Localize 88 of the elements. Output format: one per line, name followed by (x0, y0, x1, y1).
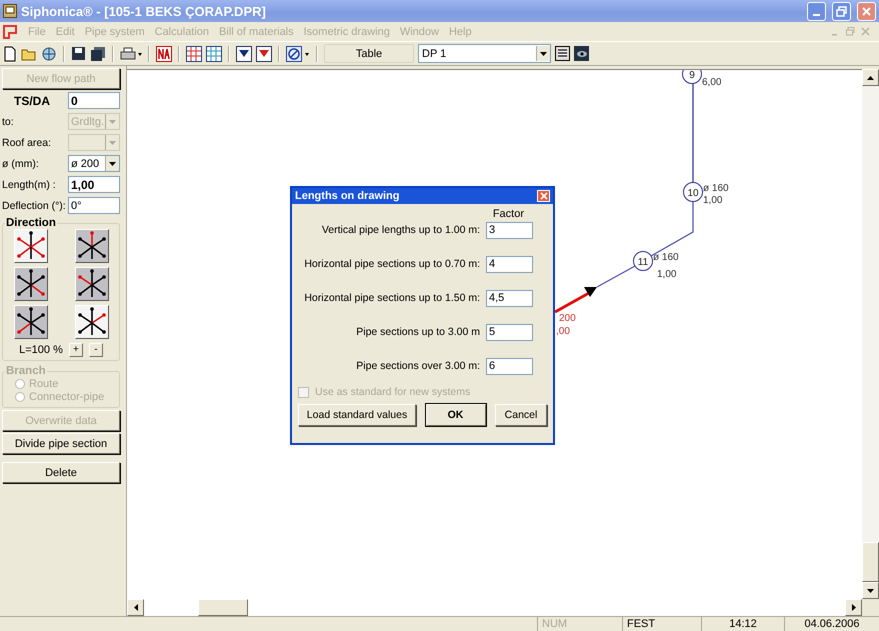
factor-label: Pipe sections over 3.00 m: (356, 360, 480, 372)
scroll-left-icon (134, 604, 138, 611)
field-label: Length(m) : (2, 178, 56, 190)
node-marker[interactable]: 11 (633, 251, 653, 271)
grid-icon[interactable] (186, 46, 202, 62)
scale-label: L=100 % (19, 344, 63, 356)
list-icon[interactable] (555, 46, 570, 61)
pipe-label: ø 160 (703, 183, 729, 194)
pipe-label: 1,00 (703, 195, 722, 206)
minimize-icon (813, 14, 820, 16)
status-panel: FEST (622, 617, 701, 631)
action-button[interactable]: Divide pipe section (2, 433, 120, 454)
factor-label: Horizontal pipe sections up to 0.70 m: (304, 258, 480, 270)
scroll-up-icon (867, 76, 874, 80)
node-marker[interactable]: 10 (683, 182, 703, 202)
save-icon[interactable] (71, 46, 86, 61)
factor-field[interactable]: 3 (486, 222, 533, 238)
group-title: Branch (5, 365, 47, 377)
field-label: Roof area: (2, 136, 52, 148)
new-file-icon[interactable] (3, 46, 17, 62)
app-icon (3, 4, 17, 18)
factor-label: Pipe sections up to 3.00 m (356, 326, 480, 338)
triangle-down-icon[interactable] (236, 46, 252, 62)
dialog-button[interactable]: Cancel (495, 404, 547, 426)
close-button[interactable] (857, 2, 876, 20)
field-label: to: (2, 116, 14, 128)
input-field[interactable]: 0° (68, 197, 120, 214)
group-title: Direction (5, 217, 57, 229)
arrow-head-icon (584, 287, 597, 297)
direction-button[interactable] (14, 267, 48, 301)
open-folder-icon[interactable] (21, 46, 37, 60)
direction-button[interactable] (74, 267, 108, 301)
selected-pipe[interactable] (554, 292, 590, 314)
close-icon (861, 6, 872, 16)
minus-button[interactable]: - (88, 343, 103, 357)
factor-field[interactable]: 4,5 (486, 290, 533, 306)
globe-icon[interactable] (41, 46, 57, 62)
grid-icon[interactable] (206, 46, 222, 62)
pipe-label: ,00 (556, 326, 570, 337)
status-panel: 04.06.2006 (784, 617, 879, 631)
pipe-label: 200 (559, 313, 576, 324)
action-button[interactable]: Delete (2, 462, 120, 483)
dialog-button[interactable]: OK (426, 404, 486, 426)
horizontal-scrollbar[interactable] (127, 599, 862, 616)
vertical-scrollbar[interactable] (862, 69, 879, 599)
factor-field[interactable]: 5 (486, 324, 533, 340)
field-label: Deflection (°): (2, 200, 66, 212)
na-icon[interactable] (156, 46, 172, 62)
status-panel: NUM (537, 617, 622, 631)
window-title: Siphonica® - [105-1 BEKS ÇORAP.DPR] (21, 4, 266, 18)
no-entry-icon[interactable] (286, 46, 310, 62)
factor-field[interactable]: 4 (486, 256, 533, 272)
dropdown[interactable]: ø 200 (68, 155, 120, 172)
pipe-label: 1,00 (657, 269, 676, 280)
restore-button[interactable] (832, 2, 851, 20)
table-button[interactable]: Table (324, 44, 414, 63)
dialog-button[interactable]: Load standard values (298, 404, 416, 426)
scroll-down-icon (867, 588, 874, 592)
scrollbar-thumb[interactable] (198, 599, 248, 616)
direction-button[interactable] (74, 305, 108, 339)
dialog-title: Lengths on drawing (295, 190, 400, 202)
field-label: TS/DA (13, 94, 50, 108)
direction-button[interactable] (14, 229, 48, 263)
pipe-label: ø 160 (653, 252, 679, 263)
document-icon[interactable] (3, 24, 17, 38)
restore-icon (836, 6, 847, 16)
column-header: Factor (492, 208, 524, 220)
factor-label: Vertical pipe lengths up to 1.00 m: (322, 224, 480, 236)
plus-button[interactable]: + (68, 343, 83, 357)
factor-field[interactable]: 6 (486, 358, 533, 374)
triangle-down-icon[interactable] (256, 46, 272, 62)
save-all-icon[interactable] (90, 46, 106, 62)
direction-button[interactable] (74, 229, 108, 263)
factor-label: Horizontal pipe sections up to 1.50 m: (304, 292, 480, 304)
close-button[interactable] (537, 190, 550, 202)
eye-icon[interactable] (574, 46, 589, 61)
node-marker[interactable]: 9 (682, 70, 702, 84)
printer-icon[interactable] (120, 46, 142, 62)
scrollbar-thumb[interactable] (862, 542, 879, 582)
drawing-select[interactable]: DP 1 (418, 44, 551, 63)
field-label: ø (mm): (2, 158, 39, 170)
direction-button[interactable] (14, 305, 48, 339)
input-field[interactable]: 0 (68, 92, 120, 109)
scroll-right-icon (852, 604, 856, 611)
input-field[interactable]: 1,00 (68, 176, 120, 193)
status-panel: 14:12 (701, 617, 784, 631)
pipe-label: 6,00 (702, 77, 722, 88)
minimize-button[interactable] (807, 2, 826, 20)
